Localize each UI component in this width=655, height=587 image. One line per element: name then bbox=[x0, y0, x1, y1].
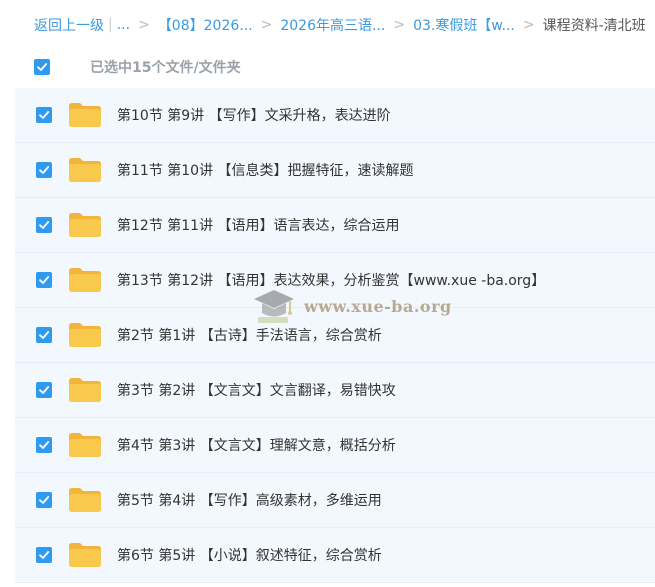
breadcrumb-separator: > bbox=[522, 17, 535, 33]
checkmark-icon bbox=[39, 386, 50, 394]
breadcrumb-separator: > bbox=[138, 17, 150, 33]
folder-icon[interactable] bbox=[68, 267, 102, 293]
file-row[interactable]: 第4节 第3讲 【文言文】理解文意，概括分析 bbox=[15, 418, 655, 473]
folder-icon[interactable] bbox=[68, 487, 102, 513]
file-row[interactable]: 第13节 第12讲 【语用】表达效果，分析鉴赏【www.xue -ba.org】 bbox=[15, 253, 655, 308]
checkmark-icon bbox=[39, 166, 50, 174]
select-all-bar: 已选中15个文件/文件夹 bbox=[34, 57, 241, 77]
file-checkbox[interactable] bbox=[36, 107, 52, 123]
breadcrumb-ellipsis[interactable]: ... bbox=[117, 17, 130, 33]
folder-icon[interactable] bbox=[68, 377, 102, 403]
file-row[interactable]: 第10节 第9讲 【写作】文采升格，表达进阶 bbox=[15, 88, 655, 143]
select-all-checkbox[interactable] bbox=[34, 59, 50, 75]
breadcrumb-item-3[interactable]: 03.寒假班【w... bbox=[413, 15, 515, 35]
folder-icon[interactable] bbox=[68, 102, 102, 128]
breadcrumb-current: 课程资料-清北班 bbox=[542, 18, 646, 34]
file-checkbox[interactable] bbox=[36, 382, 52, 398]
breadcrumb: 返回上一级 | ... > 【08】2026... > 2026年高三语... … bbox=[34, 14, 646, 36]
file-row[interactable]: 第11节 第10讲 【信息类】把握特征，速读解题 bbox=[15, 143, 655, 198]
folder-icon[interactable] bbox=[68, 322, 102, 348]
file-checkbox[interactable] bbox=[36, 272, 52, 288]
back-link[interactable]: 返回上一级 bbox=[34, 15, 104, 35]
file-row[interactable]: 第5节 第4讲 【写作】高级素材，多维运用 bbox=[15, 473, 655, 528]
file-checkbox[interactable] bbox=[36, 547, 52, 563]
breadcrumb-divider: | bbox=[108, 17, 113, 33]
file-checkbox[interactable] bbox=[36, 437, 52, 453]
folder-icon[interactable] bbox=[68, 432, 102, 458]
file-checkbox[interactable] bbox=[36, 327, 52, 343]
file-name[interactable]: 第11节 第10讲 【信息类】把握特征，速读解题 bbox=[117, 160, 414, 180]
checkmark-icon bbox=[37, 63, 48, 71]
file-name[interactable]: 第10节 第9讲 【写作】文采升格，表达进阶 bbox=[117, 105, 391, 125]
checkmark-icon bbox=[39, 111, 50, 119]
checkmark-icon bbox=[39, 221, 50, 229]
breadcrumb-separator: > bbox=[393, 17, 406, 33]
file-name[interactable]: 第4节 第3讲 【文言文】理解文意，概括分析 bbox=[117, 435, 396, 455]
file-name[interactable]: 第13节 第12讲 【语用】表达效果，分析鉴赏【www.xue -ba.org】 bbox=[117, 270, 545, 290]
breadcrumb-item-1[interactable]: 【08】2026... bbox=[158, 15, 253, 35]
folder-icon[interactable] bbox=[68, 542, 102, 568]
file-row[interactable]: 第12节 第11讲 【语用】语言表达，综合运用 bbox=[15, 198, 655, 253]
file-row[interactable]: 第3节 第2讲 【文言文】文言翻译，易错快攻 bbox=[15, 363, 655, 418]
file-browser: 返回上一级 | ... > 【08】2026... > 2026年高三语... … bbox=[0, 0, 655, 587]
file-checkbox[interactable] bbox=[36, 162, 52, 178]
breadcrumb-separator: > bbox=[260, 17, 273, 33]
folder-icon[interactable] bbox=[68, 157, 102, 183]
file-row[interactable]: 第2节 第1讲 【古诗】手法语言，综合赏析 bbox=[15, 308, 655, 363]
file-row[interactable]: 第6节 第5讲 【小说】叙述特征，综合赏析 bbox=[15, 528, 655, 583]
file-name[interactable]: 第12节 第11讲 【语用】语言表达，综合运用 bbox=[117, 215, 400, 235]
file-name[interactable]: 第2节 第1讲 【古诗】手法语言，综合赏析 bbox=[117, 325, 382, 345]
file-name[interactable]: 第6节 第5讲 【小说】叙述特征，综合赏析 bbox=[117, 545, 382, 565]
file-checkbox[interactable] bbox=[36, 217, 52, 233]
breadcrumb-item-2[interactable]: 2026年高三语... bbox=[280, 15, 385, 35]
file-name[interactable]: 第3节 第2讲 【文言文】文言翻译，易错快攻 bbox=[117, 380, 396, 400]
checkmark-icon bbox=[39, 276, 50, 284]
folder-icon[interactable] bbox=[68, 212, 102, 238]
file-name[interactable]: 第5节 第4讲 【写作】高级素材，多维运用 bbox=[117, 490, 382, 510]
checkmark-icon bbox=[39, 331, 50, 339]
checkmark-icon bbox=[39, 496, 50, 504]
selection-count-label: 已选中15个文件/文件夹 bbox=[90, 60, 241, 76]
checkmark-icon bbox=[39, 551, 50, 559]
checkmark-icon bbox=[39, 441, 50, 449]
file-checkbox[interactable] bbox=[36, 492, 52, 508]
file-list: 第10节 第9讲 【写作】文采升格，表达进阶第11节 第10讲 【信息类】把握特… bbox=[15, 88, 655, 583]
